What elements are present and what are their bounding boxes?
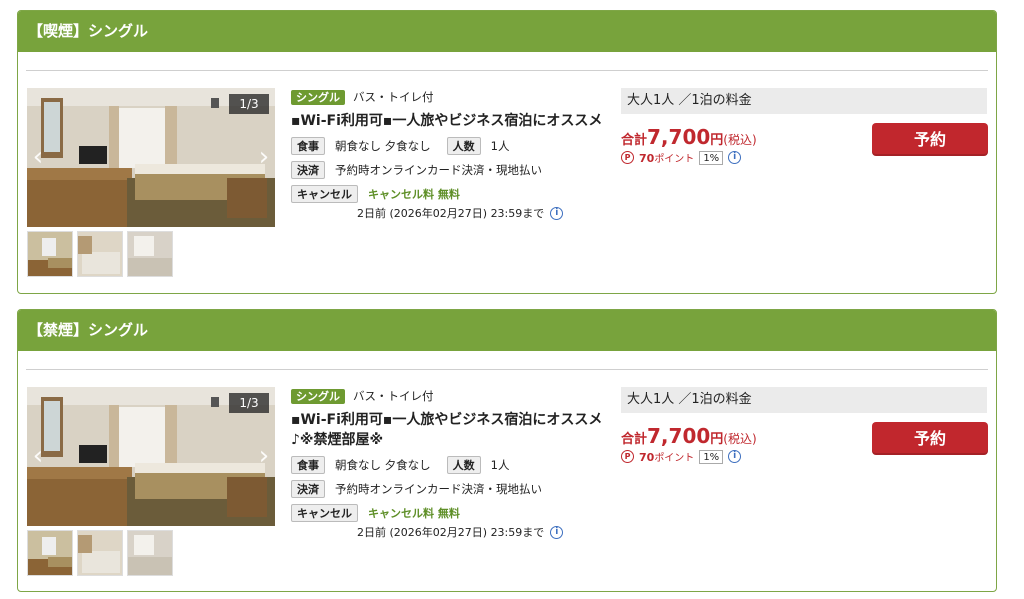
price-box: 大人1人 ／1泊の料金 合計7,700円(税込) P 70ポイント 1% i 予… [621, 387, 988, 464]
cancel-deadline: 2日前 (2026年02月27日) 23:59まで [357, 207, 545, 220]
plan-header: 【禁煙】シングル [18, 310, 996, 351]
room-type-badge: シングル [291, 388, 345, 404]
price-box: 大人1人 ／1泊の料金 合計7,700円(税込) P 70ポイント 1% i 予… [621, 88, 988, 165]
thumbnail-1[interactable] [27, 231, 73, 277]
price-header: 大人1人 ／1泊の料金 [621, 88, 987, 114]
payment-label: 決済 [291, 161, 325, 179]
chevron-left-icon[interactable]: ‹ [29, 441, 47, 471]
total-label: 合計 [621, 432, 648, 447]
chevron-right-icon[interactable]: › [255, 142, 273, 172]
points-unit: ポイント [654, 453, 695, 464]
divider [26, 369, 988, 370]
plan-title[interactable]: ▪Wi-Fi利用可▪一人旅やビジネス宿泊にオススメ [291, 111, 611, 131]
chevron-right-icon[interactable]: › [255, 441, 273, 471]
info-icon[interactable]: i [728, 151, 742, 164]
reserve-button[interactable]: 予約 [872, 123, 988, 156]
points-icon: P [621, 151, 634, 164]
payment-value: 予約時オンラインカード決済・現地払い [335, 482, 542, 496]
people-value: 1人 [490, 139, 510, 153]
chevron-left-icon[interactable]: ‹ [29, 142, 47, 172]
tax-note: (税込) [723, 133, 757, 147]
bath-info: バス・トイレ付 [353, 90, 434, 104]
meal-label: 食事 [291, 137, 325, 155]
price-header: 大人1人 ／1泊の料金 [621, 387, 987, 413]
cancel-deadline: 2日前 (2026年02月27日) 23:59まで [357, 526, 545, 539]
points-value: 70 [639, 451, 655, 464]
plan-details: シングル バス・トイレ付 ▪Wi-Fi利用可▪一人旅やビジネス宿泊にオススメ♪※… [291, 388, 611, 540]
room-photo-main[interactable]: 1/3 ‹ › [27, 88, 275, 227]
meal-label: 食事 [291, 456, 325, 474]
payment-label: 決済 [291, 480, 325, 498]
cancel-label: キャンセル [291, 504, 358, 522]
people-label: 人数 [446, 456, 481, 474]
people-value: 1人 [490, 458, 510, 472]
cancel-fee: キャンセル料 無料 [368, 188, 460, 201]
total-price: 合計7,700円(税込) [621, 125, 757, 149]
photo-counter: 1/3 [229, 393, 269, 413]
photo-thumbnails [27, 530, 173, 576]
price-amount: 7,700 [647, 424, 711, 448]
plan-card-nonsmoking: 【禁煙】シングル 1/3 ‹ › シングル バス・トイレ付 ▪Wi-Fi利用可▪… [17, 309, 997, 592]
bath-info: バス・トイレ付 [353, 389, 434, 403]
points-row: P 70ポイント 1% i [621, 449, 742, 464]
meal-value: 朝食なし 夕食なし [335, 458, 431, 472]
info-icon[interactable]: i [550, 206, 564, 220]
cancel-fee: キャンセル料 無料 [368, 507, 460, 520]
people-label: 人数 [446, 137, 481, 155]
payment-value: 予約時オンラインカード決済・現地払い [335, 163, 542, 177]
cancel-label: キャンセル [291, 185, 358, 203]
reserve-button[interactable]: 予約 [872, 422, 988, 455]
info-icon[interactable]: i [728, 450, 742, 463]
points-icon: P [621, 450, 634, 463]
points-rate: 1% [699, 150, 724, 165]
price-yen: 円 [710, 432, 724, 447]
plan-card-smoking: 【喫煙】シングル 1/3 ‹ › シングル バス・トイレ付 ▪Wi-Fi利用可▪… [17, 10, 997, 294]
thumbnail-3[interactable] [127, 530, 173, 576]
room-type-badge: シングル [291, 89, 345, 105]
meal-value: 朝食なし 夕食なし [335, 139, 431, 153]
thumbnail-2[interactable] [77, 231, 123, 277]
points-row: P 70ポイント 1% i [621, 150, 742, 165]
plan-title[interactable]: ▪Wi-Fi利用可▪一人旅やビジネス宿泊にオススメ♪※禁煙部屋※ [291, 410, 611, 450]
plan-header: 【喫煙】シングル [18, 11, 996, 52]
total-price: 合計7,700円(税込) [621, 424, 757, 448]
points-rate: 1% [699, 449, 724, 464]
price-yen: 円 [710, 133, 724, 148]
price-amount: 7,700 [647, 125, 711, 149]
divider [26, 70, 988, 71]
photo-thumbnails [27, 231, 173, 277]
info-icon[interactable]: i [550, 525, 564, 539]
points-unit: ポイント [654, 154, 695, 165]
thumbnail-3[interactable] [127, 231, 173, 277]
plan-details: シングル バス・トイレ付 ▪Wi-Fi利用可▪一人旅やビジネス宿泊にオススメ 食… [291, 89, 611, 221]
points-value: 70 [639, 152, 655, 165]
thumbnail-1[interactable] [27, 530, 73, 576]
total-label: 合計 [621, 133, 648, 148]
thumbnail-2[interactable] [77, 530, 123, 576]
photo-counter: 1/3 [229, 94, 269, 114]
tax-note: (税込) [723, 432, 757, 446]
room-photo-main[interactable]: 1/3 ‹ › [27, 387, 275, 526]
